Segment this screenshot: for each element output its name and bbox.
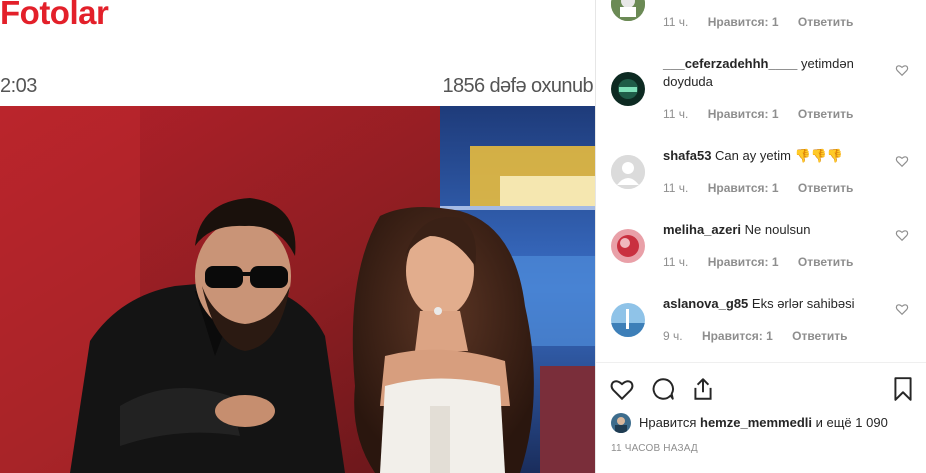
share-icon[interactable] xyxy=(690,376,716,402)
likes-more-link[interactable]: и ещё 1 090 xyxy=(816,415,888,430)
publish-time: 2:03 xyxy=(0,75,37,97)
comment-icon[interactable] xyxy=(650,376,676,402)
comment-meta: 11 ч. Нравится: 1 Ответить xyxy=(663,107,853,121)
comment-username[interactable]: aslanova_g85 xyxy=(663,296,748,311)
heart-icon[interactable] xyxy=(895,228,909,242)
comment-username[interactable]: shafa53 xyxy=(663,148,711,163)
comment-text: Can ay yetim 👎👎👎 xyxy=(715,148,844,163)
reply-button[interactable]: Ответить xyxy=(798,107,853,121)
comment-time[interactable]: 9 ч. xyxy=(663,329,683,343)
comment-text: Eks ərlər sahibəsi xyxy=(751,296,855,311)
section-title[interactable]: Fotolar xyxy=(0,0,109,32)
comment-likes[interactable]: Нравится: 1 xyxy=(708,255,779,269)
avatar[interactable] xyxy=(611,155,645,189)
comment-text-block: meliha_azeri Ne noulsun xyxy=(663,221,878,239)
comment-meta: 11 ч. Нравится: 1 Ответить xyxy=(663,255,853,269)
likes-text: Нравится hemze_memmedli и ещё 1 090 xyxy=(639,415,888,430)
comment-meta: 11 ч. Нравится: 1 Ответить xyxy=(663,15,853,29)
comment-meta: 9 ч. Нравится: 1 Ответить xyxy=(663,329,848,343)
avatar[interactable] xyxy=(611,303,645,337)
heart-icon[interactable] xyxy=(895,154,909,168)
avatar[interactable] xyxy=(611,0,645,21)
comment-meta: 11 ч. Нравится: 1 Ответить xyxy=(663,181,853,195)
article-photo[interactable] xyxy=(0,106,595,473)
comment-time[interactable]: 11 ч. xyxy=(663,15,688,29)
comment-likes[interactable]: Нравится: 1 xyxy=(702,329,773,343)
post-timestamp[interactable]: 11 ЧАСОВ НАЗАД xyxy=(611,443,698,454)
view-count: 1856 dəfə oxunub xyxy=(442,75,593,97)
reply-button[interactable]: Ответить xyxy=(798,15,853,29)
article-panel: Fotolar 2:03 1856 dəfə oxunub xyxy=(0,0,595,473)
avatar[interactable] xyxy=(611,229,645,263)
reply-button[interactable]: Ответить xyxy=(792,329,847,343)
reply-button[interactable]: Ответить xyxy=(798,181,853,195)
heart-icon[interactable] xyxy=(609,376,635,402)
comment-username[interactable]: meliha_azeri xyxy=(663,222,741,237)
comment-text-block: ___ceferzadehhh____ yetimdən doydudа xyxy=(663,55,878,91)
comment-time[interactable]: 11 ч. xyxy=(663,255,688,269)
likes-user-link[interactable]: hemze_memmedli xyxy=(700,415,812,430)
comment-likes[interactable]: Нравится: 1 xyxy=(708,15,779,29)
likes-prefix: Нравится xyxy=(639,415,697,430)
heart-icon[interactable] xyxy=(895,63,909,77)
comment-text: Ne noulsun xyxy=(744,222,811,237)
reply-button[interactable]: Ответить xyxy=(798,255,853,269)
comments-panel: 11 ч. Нравится: 1 Ответить ___ceferzadeh… xyxy=(596,0,926,473)
heart-icon[interactable] xyxy=(895,302,909,316)
bookmark-icon[interactable] xyxy=(890,376,916,402)
comment-time[interactable]: 11 ч. xyxy=(663,181,688,195)
comment-username[interactable]: ___ceferzadehhh____ xyxy=(663,56,797,71)
comment-likes[interactable]: Нравится: 1 xyxy=(708,107,779,121)
avatar[interactable] xyxy=(611,413,631,433)
comment-likes[interactable]: Нравится: 1 xyxy=(708,181,779,195)
comment-text-block: aslanova_g85 Eks ərlər sahibəsi xyxy=(663,295,878,313)
likes-summary: Нравится hemze_memmedli и ещё 1 090 xyxy=(611,412,921,434)
avatar[interactable] xyxy=(611,72,645,106)
comment-time[interactable]: 11 ч. xyxy=(663,107,688,121)
comment-text-block: shafa53 Can ay yetim 👎👎👎 xyxy=(663,147,878,165)
actions-divider xyxy=(596,362,926,363)
